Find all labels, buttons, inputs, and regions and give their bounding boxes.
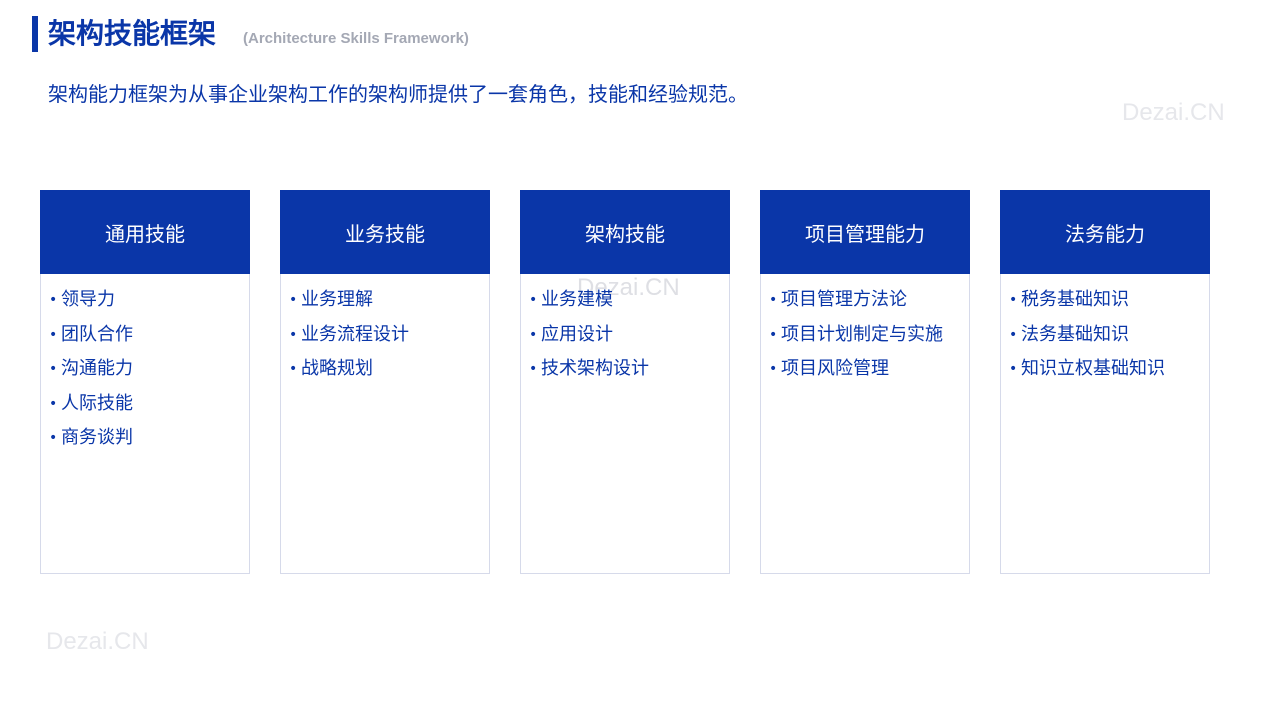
skill-column: 法务能力 • 税务基础知识 • 法务基础知识 • 知识立权基础知识 [1000,190,1210,574]
bullet-icon: • [529,292,538,308]
bullet-icon: • [529,361,538,378]
skill-list-item: • 商务谈判 [49,421,133,456]
intro-text: 架构能力框架为从事企业架构工作的架构师提供了一套角色，技能和经验规范。 [48,82,748,106]
skill-list-item: • 项目风险管理 [769,352,943,387]
skill-list-item: • 知识立权基础知识 [1009,352,1165,387]
skill-list-item: • 团队合作 [49,318,133,353]
bullet-icon: • [1009,361,1018,378]
column-header: 项目管理能力 [760,190,970,274]
page-subtitle: (Architecture Skills Framework) [243,30,469,47]
skill-list-item: • 法务基础知识 [1009,318,1165,353]
skill-list-item: • 业务建模 [529,283,649,318]
skill-list: • 业务建模 • 应用设计 • 技术架构设计 [529,283,649,387]
skill-label: 业务建模 [541,289,613,310]
bullet-icon: • [1009,326,1018,343]
bullet-icon: • [49,292,58,308]
skill-label: 技术架构设计 [541,358,649,380]
bullet-icon: • [49,395,58,412]
skill-column: 业务技能 • 业务理解 • 业务流程设计 • 战略规划 [280,190,490,574]
page-title: 架构技能框架 [48,17,217,50]
bullet-icon: • [1009,292,1018,308]
column-header: 通用技能 [40,190,250,274]
skill-list: • 领导力 • 团队合作 • 沟通能力 • 人际技能 • 商务谈判 [49,283,133,456]
skill-list-item: • 战略规划 [289,352,409,387]
skill-column: 项目管理能力 • 项目管理方法论 • 项目计划制定与实施 • 项目风险管理 [760,190,970,574]
skill-label: 沟通能力 [61,358,133,380]
bullet-icon: • [529,326,538,343]
bullet-icon: • [289,292,298,308]
skill-list-item: • 技术架构设计 [529,352,649,387]
column-header: 业务技能 [280,190,490,274]
skill-label: 法务基础知识 [1021,323,1129,345]
bullet-icon: • [49,430,58,447]
skill-label: 知识立权基础知识 [1021,358,1165,380]
skill-label: 领导力 [61,289,115,310]
skill-label: 项目计划制定与实施 [781,323,943,345]
skill-list-item: • 项目计划制定与实施 [769,318,943,353]
skill-label: 业务流程设计 [301,323,409,345]
skill-label: 人际技能 [61,392,133,414]
skill-list-item: • 人际技能 [49,387,133,422]
bullet-icon: • [49,326,58,343]
watermark: Dezai.CN [46,628,149,655]
skill-list: • 项目管理方法论 • 项目计划制定与实施 • 项目风险管理 [769,283,943,387]
skill-label: 项目风险管理 [781,358,889,380]
bullet-icon: • [49,361,58,378]
skill-column: 通用技能 • 领导力 • 团队合作 • 沟通能力 • 人际技能 • 商务谈判 [40,190,250,574]
skill-list-item: • 项目管理方法论 [769,283,943,318]
bullet-icon: • [769,292,778,308]
skill-label: 商务谈判 [61,427,133,449]
skill-list-item: • 领导力 [49,283,133,318]
skill-column: 架构技能 • 业务建模 • 应用设计 • 技术架构设计 [520,190,730,574]
title-accent-bar [32,16,38,52]
skill-list-item: • 业务流程设计 [289,318,409,353]
skill-label: 业务理解 [301,289,373,310]
skill-list: • 税务基础知识 • 法务基础知识 • 知识立权基础知识 [1009,283,1165,387]
skill-list: • 业务理解 • 业务流程设计 • 战略规划 [289,283,409,387]
column-header: 架构技能 [520,190,730,274]
bullet-icon: • [769,361,778,378]
watermark: Dezai.CN [1122,99,1225,126]
skill-label: 战略规划 [301,358,373,380]
skill-label: 项目管理方法论 [781,289,907,310]
bullet-icon: • [289,326,298,343]
skill-list-item: • 应用设计 [529,318,649,353]
skill-list-item: • 税务基础知识 [1009,283,1165,318]
skill-list-item: • 沟通能力 [49,352,133,387]
bullet-icon: • [289,361,298,378]
skill-list-item: • 业务理解 [289,283,409,318]
column-header: 法务能力 [1000,190,1210,274]
skill-label: 税务基础知识 [1021,289,1129,310]
skill-label: 应用设计 [541,323,613,345]
bullet-icon: • [769,326,778,343]
skill-label: 团队合作 [61,323,133,345]
